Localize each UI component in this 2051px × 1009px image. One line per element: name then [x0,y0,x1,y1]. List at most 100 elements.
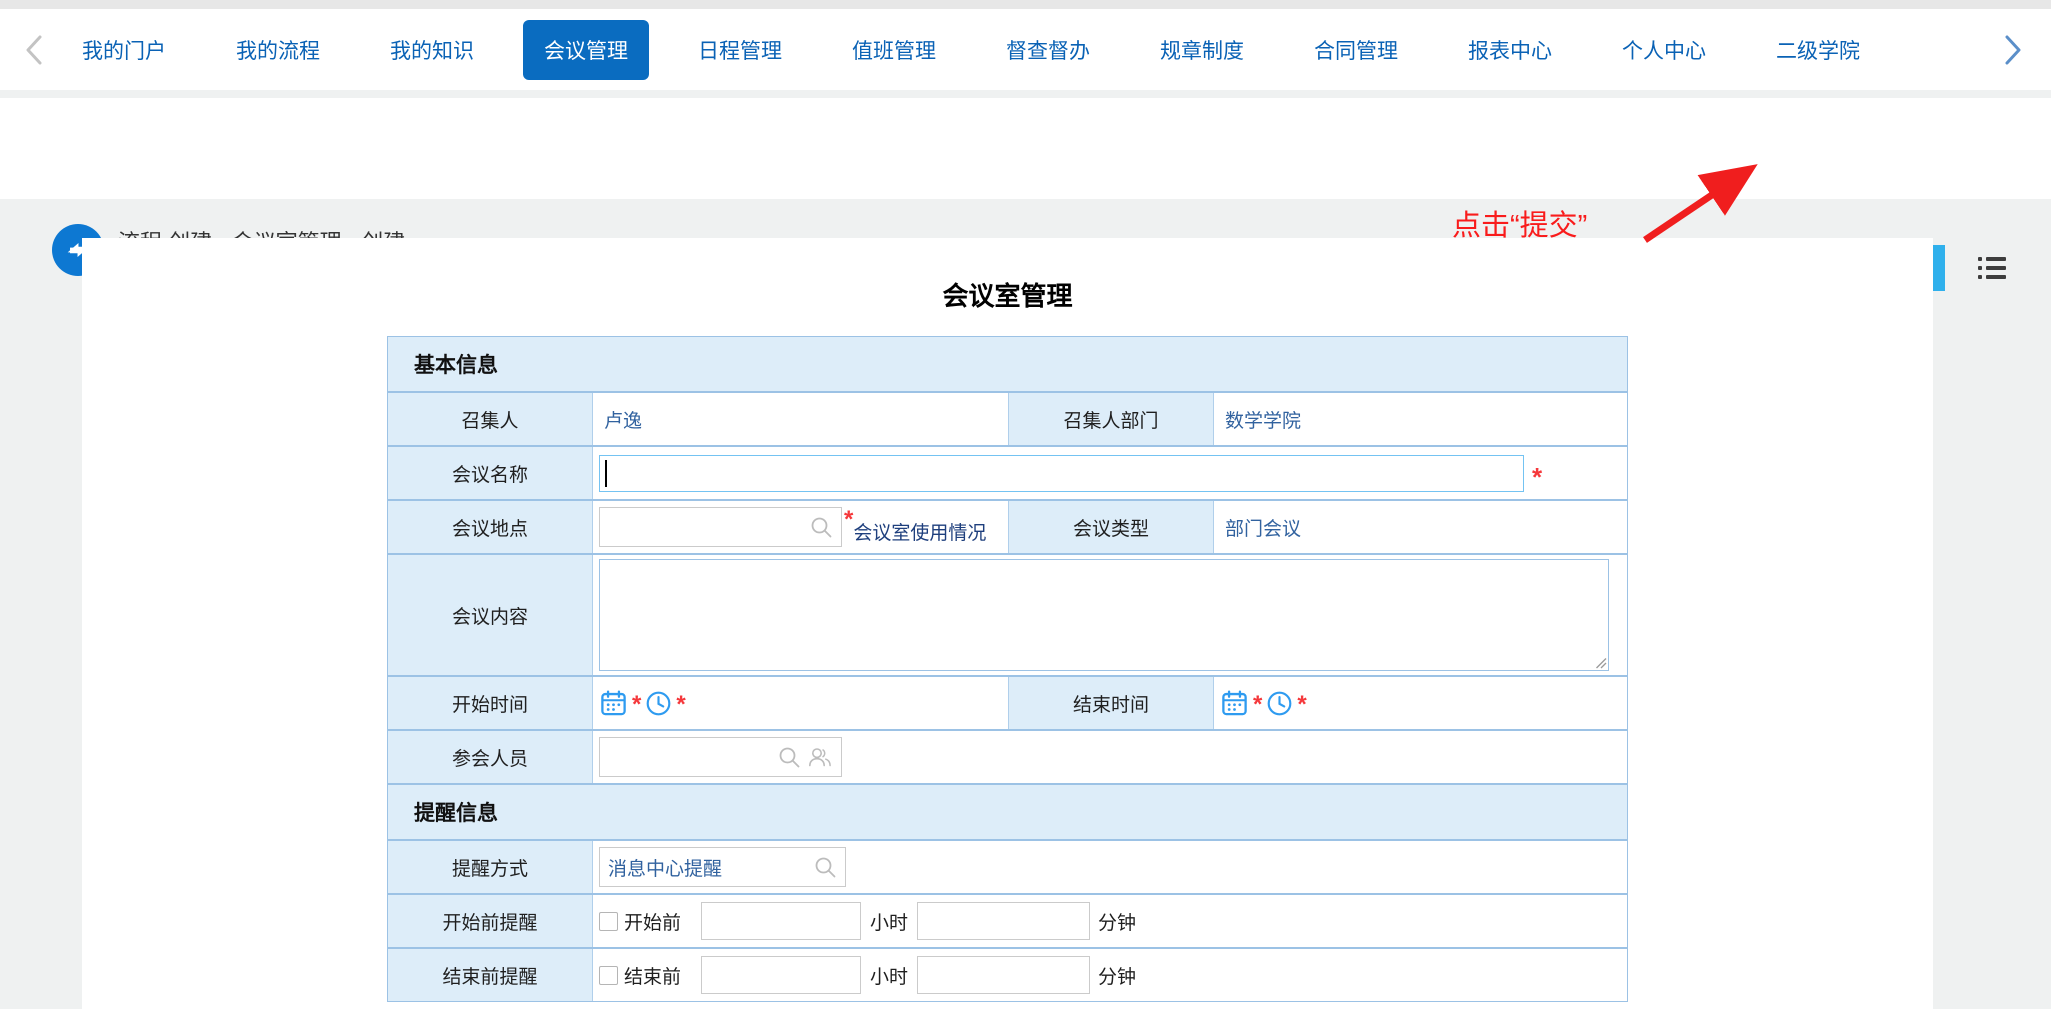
calendar-icon [1220,689,1249,718]
hour-unit-label: 小时 [870,908,908,935]
minute-unit-label: 分钟 [1098,962,1136,989]
remind-before-start-checkbox[interactable] [599,912,618,931]
meeting-type-label: 会议类型 [1009,501,1214,553]
start-date-picker-button[interactable] [599,689,628,718]
people-icon [807,745,833,769]
meeting-name-required-asterisk: * [1532,464,1542,490]
clock-icon [645,690,672,717]
remind-method-label: 提醒方式 [388,841,593,893]
meeting-place-required-asterisk: * [844,508,853,532]
form-panel: 会议室管理 基本信息 召集人 卢逸 召集人部门 数学学院 会议名称 * 会议地点 [82,238,1933,1009]
chevron-left-icon [24,33,44,67]
start-clock-required-asterisk: * [676,693,685,717]
remind-before-end-minute-input[interactable] [917,956,1090,994]
meeting-place-cell: * 会议室使用情况 [593,501,1009,553]
remind-before-end-label: 结束前提醒 [388,949,593,1001]
row-meeting-place: 会议地点 * 会议室使用情况 会议类型 部门会议 [388,499,1627,553]
resize-handle-icon[interactable] [1594,656,1607,669]
convener-dept-label: 召集人部门 [1009,393,1214,445]
meeting-content-textarea[interactable] [599,559,1609,671]
more-menu-button[interactable] [1976,255,2008,286]
annotation-text: 点击“提交” [1452,202,1587,244]
search-icon [813,855,837,879]
nav-scroll-left-button[interactable] [24,33,44,67]
meeting-type-value: 部门会议 [1214,501,1627,553]
meeting-form-table: 基本信息 召集人 卢逸 召集人部门 数学学院 会议名称 * 会议地点 [387,336,1628,1002]
nav-tab[interactable]: 报表中心 [1468,35,1552,65]
page: { "colors": { "nav_active_bg": "#0a6cc0"… [0,0,2051,1009]
end-date-required-asterisk: * [1253,693,1262,717]
remind-before-start-hour-input[interactable] [701,902,861,940]
clock-icon [1266,690,1293,717]
end-time-cell: * * [1214,677,1627,729]
end-time-label: 结束时间 [1009,677,1214,729]
nav-tab[interactable]: 日程管理 [698,35,782,65]
row-remind-before-start: 开始前提醒 开始前 小时 分钟 [388,893,1627,947]
minute-unit-label: 分钟 [1098,908,1136,935]
row-meeting-content: 会议内容 [388,553,1627,675]
row-remind-method: 提醒方式 [388,839,1627,893]
meeting-content-label: 会议内容 [388,555,593,675]
nav-tab[interactable]: 我的知识 [390,35,474,65]
end-clock-required-asterisk: * [1297,693,1306,717]
text-cursor-icon [605,460,607,487]
convener-value: 卢逸 [593,393,1009,445]
remind-before-end-hour-input[interactable] [701,956,861,994]
remind-method-cell [593,841,1627,893]
row-remind-before-end: 结束前提醒 结束前 小时 分钟 [388,947,1627,1001]
start-time-cell: * * [593,677,1009,729]
convener-label: 召集人 [388,393,593,445]
list-menu-icon [1976,255,2008,281]
remind-method-value-field[interactable] [600,856,807,878]
meeting-place-label: 会议地点 [388,501,593,553]
start-time-label: 开始时间 [388,677,593,729]
section-row-reminder: 提醒信息 [388,783,1627,839]
attendees-cell [593,731,1627,783]
meeting-name-input[interactable] [599,455,1524,492]
remind-before-start-label: 开始前提醒 [388,895,593,947]
annotation-arrow-icon [1597,148,1827,263]
start-time-picker-button[interactable] [645,690,672,717]
meeting-place-input[interactable] [599,507,842,547]
remind-before-start-cell: 开始前 小时 分钟 [593,895,1627,947]
search-icon [777,745,801,769]
remind-before-start-minute-input[interactable] [917,902,1090,940]
remind-before-end-checkbox-label: 结束前 [624,962,681,989]
row-time: 开始时间 * [388,675,1627,729]
nav-scroll-right-button[interactable] [2003,33,2023,67]
row-attendees: 参会人员 [388,729,1627,783]
remind-before-end-cell: 结束前 小时 分钟 [593,949,1627,1001]
nav-tab[interactable]: 规章制度 [1160,35,1244,65]
end-time-picker-button[interactable] [1266,690,1293,717]
section-basic-title: 基本信息 [388,337,1627,391]
section-row-basic: 基本信息 [388,337,1627,391]
start-date-required-asterisk: * [632,693,641,717]
remind-before-end-checkbox[interactable] [599,966,618,985]
top-strip [0,0,2051,9]
row-meeting-name: 会议名称 * [388,445,1627,499]
attendees-label: 参会人员 [388,731,593,783]
nav-tab[interactable]: 会议管理 [523,20,649,80]
row-convener: 召集人 卢逸 召集人部门 数学学院 [388,391,1627,445]
chevron-right-icon [2003,33,2023,67]
nav-tabs: 我的门户我的流程我的知识会议管理日程管理值班管理督查督办规章制度合同管理报表中心… [82,35,1860,65]
nav-tab[interactable]: 合同管理 [1314,35,1398,65]
search-icon [809,515,833,539]
remind-before-start-checkbox-label: 开始前 [624,908,681,935]
nav-tab[interactable]: 督查督办 [1006,35,1090,65]
section-reminder-title: 提醒信息 [388,785,1627,839]
nav-tab[interactable]: 我的流程 [236,35,320,65]
meeting-name-label: 会议名称 [388,447,593,499]
convener-dept-value: 数学学院 [1214,393,1627,445]
nav-tab[interactable]: 我的门户 [82,35,166,65]
meeting-content-cell [593,555,1627,675]
top-nav: 我的门户 我的流程 我的知识 会议管理 日程管理 值班管理 督查督办 规章制度 合同管理 报表中心… [0,9,2051,90]
end-date-picker-button[interactable] [1220,689,1249,718]
attendees-input[interactable] [599,737,842,777]
remind-method-input[interactable] [599,847,846,887]
meeting-name-cell: * [593,447,1627,499]
nav-tab[interactable]: 二级学院 [1776,35,1860,65]
nav-tab[interactable]: 个人中心 [1622,35,1706,65]
calendar-icon [599,689,628,718]
nav-tab[interactable]: 值班管理 [852,35,936,65]
